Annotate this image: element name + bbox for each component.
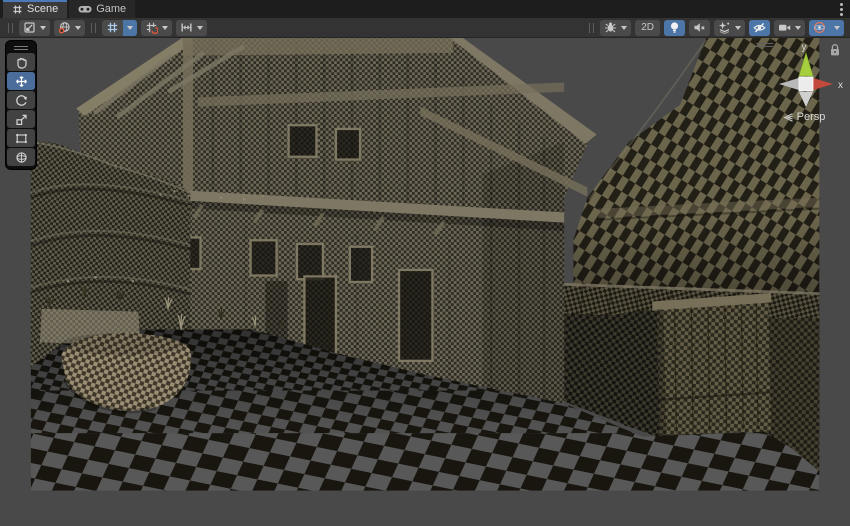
projection-toggle[interactable]: Persp	[758, 111, 850, 123]
kebab-menu-icon[interactable]	[840, 3, 843, 16]
bug-icon	[604, 21, 617, 34]
scene-audio-button[interactable]	[689, 20, 710, 36]
tab-scene[interactable]: Scene	[3, 0, 67, 18]
gizmo-sphere-icon	[813, 21, 826, 34]
grid-snap-button[interactable]	[141, 20, 172, 36]
audio-muted-icon	[693, 21, 706, 34]
chevron-down-icon	[75, 26, 81, 33]
axis-x-label: x	[838, 80, 843, 91]
axis-y-cone[interactable]	[799, 53, 813, 76]
snap-increment-button[interactable]	[176, 20, 207, 36]
wooden-shed	[615, 293, 771, 435]
move-tool-button[interactable]	[7, 72, 35, 90]
orientation-gizmo: y x Persp	[758, 39, 850, 141]
debug-mode-button[interactable]	[600, 20, 631, 36]
overlay-drag-handle[interactable]	[91, 23, 96, 33]
chevron-down-icon	[197, 26, 203, 33]
hand-icon	[15, 56, 28, 69]
camera-settings-button[interactable]	[774, 20, 805, 36]
handle-orientation-button[interactable]	[54, 20, 85, 36]
scene-3d-render	[0, 38, 850, 526]
camera-icon	[778, 21, 791, 34]
chevron-down-icon	[834, 26, 840, 33]
2d-view-button[interactable]: 2D	[635, 20, 660, 36]
chevron-down-icon	[162, 26, 168, 33]
grid-icon	[106, 21, 119, 34]
scene-viewport[interactable]: y x Persp	[0, 38, 850, 526]
chevron-down-icon	[40, 26, 46, 33]
tab-game-label: Game	[96, 3, 126, 15]
2d-view-label: 2D	[639, 20, 656, 36]
transform-tool-button[interactable]	[7, 148, 35, 166]
snap-move-icon	[180, 21, 193, 34]
pivot-square-icon	[23, 21, 36, 34]
lightbulb-icon	[668, 21, 681, 34]
axis-negx-cone[interactable]	[779, 77, 802, 91]
eye-slash-icon	[753, 21, 766, 34]
scale-icon	[15, 113, 28, 126]
scale-tool-button[interactable]	[7, 110, 35, 128]
transform-icon	[15, 151, 28, 164]
overlay-drag-handle[interactable]	[8, 23, 13, 33]
effects-icon	[718, 21, 731, 34]
scene-visibility-button[interactable]	[749, 20, 770, 36]
projection-label: Persp	[797, 111, 826, 123]
grid-tab-icon	[12, 4, 23, 15]
axis-y-label: y	[802, 42, 807, 53]
tab-game[interactable]: Game	[69, 0, 135, 18]
scene-lighting-button[interactable]	[664, 20, 685, 36]
move-icon	[15, 75, 28, 88]
view-tool-button[interactable]	[7, 53, 35, 71]
chevron-down-icon	[735, 26, 741, 33]
rect-tool-button[interactable]	[7, 129, 35, 147]
tools-overlay-handle[interactable]	[7, 43, 35, 52]
gizmos-button[interactable]	[809, 20, 844, 36]
grid-visibility-button[interactable]	[102, 20, 137, 36]
axis-negy-cone[interactable]	[799, 92, 813, 107]
effects-button[interactable]	[714, 20, 745, 36]
tools-overlay	[5, 40, 37, 170]
globe-icon	[58, 21, 71, 34]
padlock-icon[interactable]	[829, 43, 841, 57]
rotate-tool-button[interactable]	[7, 91, 35, 109]
pivot-mode-button[interactable]	[19, 20, 50, 36]
axis-x-cone[interactable]	[810, 77, 833, 91]
gizmo-center-cube[interactable]	[799, 77, 813, 91]
gizmos-dropdown[interactable]	[830, 20, 844, 36]
grid-plane-dropdown[interactable]	[123, 20, 137, 36]
scene-toolbar: 2D	[0, 18, 850, 38]
gamepad-icon	[78, 4, 92, 14]
chevron-down-icon	[795, 26, 801, 33]
perspective-frustum-icon	[783, 112, 794, 123]
overlay-drag-handle[interactable]	[589, 23, 594, 33]
tab-scene-label: Scene	[27, 3, 58, 15]
rect-icon	[15, 132, 28, 145]
grid-snap-icon	[145, 21, 158, 34]
unity-editor-window: Scene Game	[0, 0, 850, 526]
chevron-down-icon	[621, 26, 627, 33]
rotate-icon	[15, 94, 28, 107]
chevron-down-icon	[127, 26, 133, 33]
tab-bar: Scene Game	[0, 0, 850, 18]
